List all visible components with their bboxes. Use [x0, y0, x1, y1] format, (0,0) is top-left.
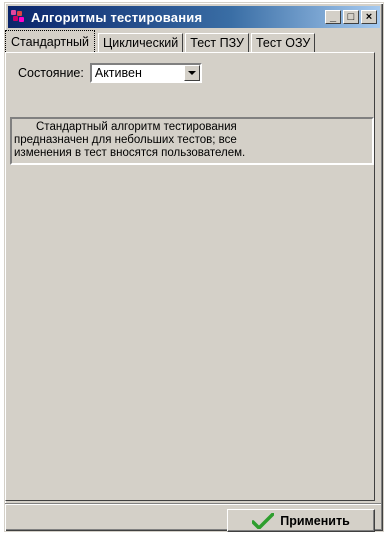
- maximize-button[interactable]: □: [343, 10, 359, 24]
- state-label: Состояние:: [18, 66, 84, 80]
- dropdown-button[interactable]: [183, 65, 200, 81]
- tab-ram-test[interactable]: Тест ОЗУ: [250, 33, 316, 52]
- state-row: Состояние: Активен: [18, 63, 202, 83]
- chevron-down-icon: [187, 71, 196, 75]
- state-select-value: Активен: [94, 66, 142, 80]
- minimize-button[interactable]: _: [325, 10, 341, 24]
- state-select[interactable]: Активен: [89, 63, 202, 83]
- apply-button-label: Применить: [280, 513, 350, 528]
- tab-cyclic[interactable]: Циклический: [98, 33, 184, 52]
- app-icon: [11, 10, 27, 24]
- description-line-3: изменения в тест вносятся пользователем.: [14, 147, 246, 159]
- tab-strip: Стандартный Циклический Тест ПЗУ Тест ОЗ…: [5, 30, 317, 52]
- window-title: Алгоритмы тестирования: [31, 9, 203, 25]
- window-controls: _ □ ×: [325, 10, 377, 24]
- description-box: Стандартный алгоритм тестирования предна…: [10, 117, 374, 165]
- close-button[interactable]: ×: [361, 10, 377, 24]
- tab-rom-test[interactable]: Тест ПЗУ: [185, 33, 249, 52]
- tab-standard[interactable]: Стандартный: [5, 30, 95, 52]
- description-line-1: Стандартный алгоритм тестирования: [36, 121, 237, 133]
- check-icon: [252, 512, 275, 529]
- apply-button[interactable]: Применить: [227, 509, 375, 532]
- footer-divider: [5, 503, 381, 505]
- description-line-2: предназначен для небольших тестов; все: [14, 134, 237, 146]
- title-bar[interactable]: Алгоритмы тестирования _ □ ×: [8, 6, 380, 28]
